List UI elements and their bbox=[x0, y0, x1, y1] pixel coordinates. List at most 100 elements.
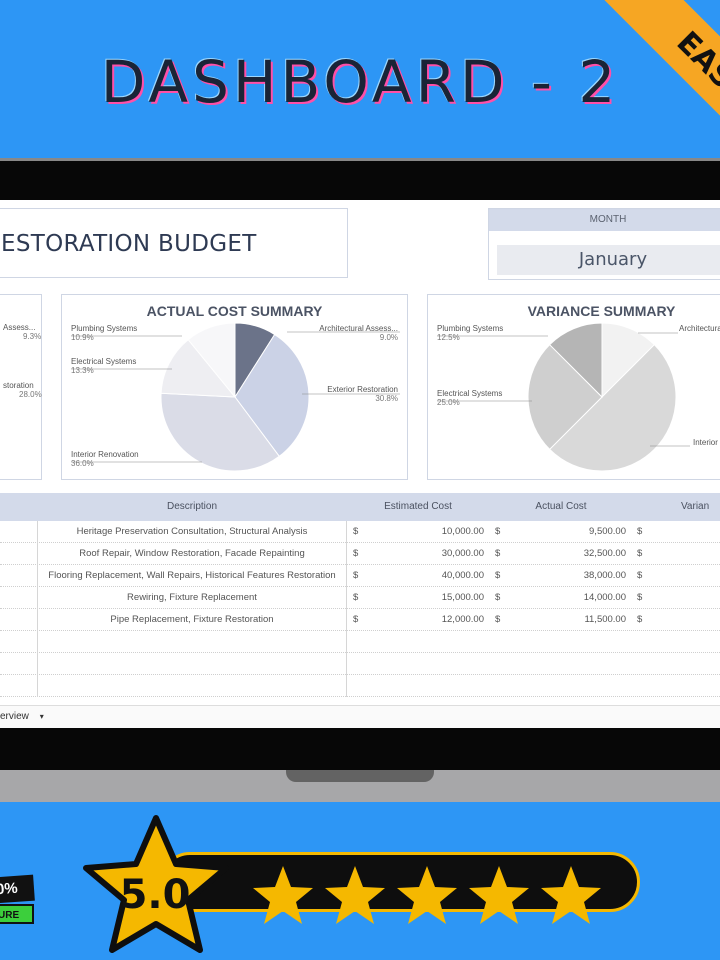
var-label-interior: Interior bbox=[693, 438, 718, 447]
cell-description[interactable]: Pipe Replacement, Fixture Restoration bbox=[38, 609, 346, 631]
sheet-tab-bar: erview ▾ bbox=[0, 705, 720, 728]
var-label-plumbing-pct: 12.5% bbox=[437, 333, 460, 342]
budget-table: Description Estimated Cost Actual Cost V… bbox=[0, 493, 720, 697]
badge-bottom-text: URE bbox=[0, 904, 34, 924]
rating-value: 5.0 bbox=[119, 872, 191, 918]
month-dropdown[interactable]: January bbox=[497, 245, 720, 275]
pie-label-plumbing: Plumbing Systems 10.9% bbox=[71, 324, 137, 342]
cell-currency[interactable]: $ bbox=[637, 565, 642, 587]
pie-label-electrical-name: Electrical Systems bbox=[71, 357, 137, 366]
pie-label-plumbing-pct: 10.9% bbox=[71, 333, 94, 342]
cell-currency[interactable]: $ bbox=[495, 587, 500, 609]
spreadsheet-screen: ESTORATION BUDGET MONTH January Assess..… bbox=[0, 200, 720, 728]
column-divider bbox=[37, 521, 38, 697]
var-label-interior-name: Interior bbox=[693, 438, 718, 447]
cell-currency[interactable]: $ bbox=[495, 521, 500, 543]
cell-actual-cost[interactable]: 32,500.00 bbox=[540, 543, 626, 565]
pie-label-exterior-name: Exterior Restoration bbox=[327, 385, 398, 394]
star-1-icon bbox=[253, 866, 313, 924]
left-label-1: Assess... 9.3% bbox=[3, 323, 41, 341]
pie-label-electrical: Electrical Systems 13.3% bbox=[71, 357, 136, 375]
pie-label-architectural-pct: 9.0% bbox=[379, 333, 398, 342]
variance-summary-panel: VARIANCE SUMMARY Plumbing Systems 12.5% E… bbox=[427, 294, 720, 480]
cell-currency[interactable]: $ bbox=[495, 609, 500, 631]
table-row-empty[interactable] bbox=[0, 675, 720, 697]
cell-currency[interactable]: $ bbox=[637, 609, 642, 631]
cell-estimated-cost[interactable]: 30,000.00 bbox=[400, 543, 484, 565]
var-label-architectural: Architectural bbox=[679, 324, 720, 333]
pie-label-architectural: Architectural Assess... 9.0% bbox=[319, 324, 398, 342]
dashboard-title: ESTORATION BUDGET bbox=[1, 231, 257, 257]
cell-description[interactable]: Rewiring, Fixture Replacement bbox=[38, 587, 346, 609]
cell-estimated-cost[interactable]: 12,000.00 bbox=[400, 609, 484, 631]
pie-label-interior-name: Interior Renovation bbox=[71, 450, 139, 459]
var-label-electrical: Electrical Systems 25.0% bbox=[437, 389, 502, 407]
var-label-plumbing-name: Plumbing Systems bbox=[437, 324, 504, 333]
pie-label-exterior-pct: 30.8% bbox=[375, 394, 398, 403]
table-row[interactable]: Flooring Replacement, Wall Repairs, Hist… bbox=[0, 565, 720, 587]
table-row-empty[interactable] bbox=[0, 631, 720, 653]
table-row-empty[interactable] bbox=[0, 653, 720, 675]
table-row[interactable]: Heritage Preservation Consultation, Stru… bbox=[0, 521, 720, 543]
cell-currency[interactable]: $ bbox=[353, 565, 358, 587]
variance-pie-chart bbox=[437, 322, 690, 472]
var-label-electrical-pct: 25.0% bbox=[437, 398, 460, 407]
left-label-2: storation 28.0% bbox=[3, 381, 42, 399]
pie-label-electrical-pct: 13.3% bbox=[71, 366, 94, 375]
cell-currency[interactable]: $ bbox=[353, 587, 358, 609]
cell-actual-cost[interactable]: 11,500.00 bbox=[540, 609, 626, 631]
table-header: Description Estimated Cost Actual Cost V… bbox=[0, 493, 720, 521]
badge-top-text: 0% bbox=[0, 874, 35, 904]
month-label: MONTH bbox=[489, 209, 720, 231]
header-variance[interactable]: Varian bbox=[633, 493, 720, 521]
var-label-electrical-name: Electrical Systems bbox=[437, 389, 503, 398]
pie-label-interior-pct: 36.0% bbox=[71, 459, 94, 468]
table-row[interactable]: Roof Repair, Window Restoration, Facade … bbox=[0, 543, 720, 565]
header-estimated-cost[interactable]: Estimated Cost bbox=[347, 493, 489, 521]
pie-label-exterior: Exterior Restoration 30.8% bbox=[327, 385, 398, 403]
sheet-tab-dropdown-icon[interactable]: ▾ bbox=[40, 712, 44, 721]
pie-label-architectural-name: Architectural Assess... bbox=[319, 324, 398, 333]
left-label-1-pct: 9.3% bbox=[23, 332, 42, 341]
table-row[interactable]: Pipe Replacement, Fixture Restoration $12… bbox=[0, 609, 720, 631]
cell-currency[interactable]: $ bbox=[637, 521, 642, 543]
cell-description[interactable]: Heritage Preservation Consultation, Stru… bbox=[38, 521, 346, 543]
star-2-icon bbox=[325, 866, 385, 924]
promo-title: DASHBOARD - 2 bbox=[100, 48, 620, 116]
sheet-tab-overview[interactable]: erview bbox=[0, 711, 29, 722]
var-label-architectural-name: Architectural bbox=[679, 324, 720, 333]
cell-currency[interactable]: $ bbox=[495, 565, 500, 587]
left-label-1-name: Assess... bbox=[3, 323, 36, 332]
header-actual-cost[interactable]: Actual Cost bbox=[490, 493, 632, 521]
left-label-2-name: storation bbox=[3, 381, 34, 390]
cell-currency[interactable]: $ bbox=[353, 609, 358, 631]
cell-currency[interactable]: $ bbox=[495, 543, 500, 565]
cell-estimated-cost[interactable]: 10,000.00 bbox=[400, 521, 484, 543]
cell-actual-cost[interactable]: 38,000.00 bbox=[540, 565, 626, 587]
cell-currency[interactable]: $ bbox=[637, 543, 642, 565]
star-5-icon bbox=[541, 866, 601, 924]
dashboard-title-card: ESTORATION BUDGET bbox=[0, 208, 348, 278]
header-description[interactable]: Description bbox=[38, 493, 346, 521]
star-4-icon bbox=[469, 866, 529, 924]
left-summary-panel: Assess... 9.3% storation 28.0% bbox=[0, 294, 42, 480]
cell-description[interactable]: Flooring Replacement, Wall Repairs, Hist… bbox=[38, 565, 346, 587]
cell-currency[interactable]: $ bbox=[353, 521, 358, 543]
month-selector-card: MONTH January bbox=[488, 208, 720, 280]
star-3-icon bbox=[397, 866, 457, 924]
cell-actual-cost[interactable]: 14,000.00 bbox=[540, 587, 626, 609]
pie-label-interior: Interior Renovation 36.0% bbox=[71, 450, 139, 468]
table-body: Heritage Preservation Consultation, Stru… bbox=[0, 521, 720, 697]
cell-currency[interactable]: $ bbox=[637, 587, 642, 609]
cell-estimated-cost[interactable]: 40,000.00 bbox=[400, 565, 484, 587]
guarantee-badge: 0% URE bbox=[0, 868, 42, 926]
left-label-2-pct: 28.0% bbox=[19, 390, 42, 399]
laptop-notch bbox=[286, 770, 434, 782]
table-row[interactable]: Rewiring, Fixture Replacement $15,000.00 $… bbox=[0, 587, 720, 609]
cell-estimated-cost[interactable]: 15,000.00 bbox=[400, 587, 484, 609]
cell-currency[interactable]: $ bbox=[353, 543, 358, 565]
cell-actual-cost[interactable]: 9,500.00 bbox=[540, 521, 626, 543]
cell-description[interactable]: Roof Repair, Window Restoration, Facade … bbox=[38, 543, 346, 565]
pie-label-plumbing-name: Plumbing Systems bbox=[71, 324, 138, 333]
column-divider bbox=[346, 521, 347, 697]
